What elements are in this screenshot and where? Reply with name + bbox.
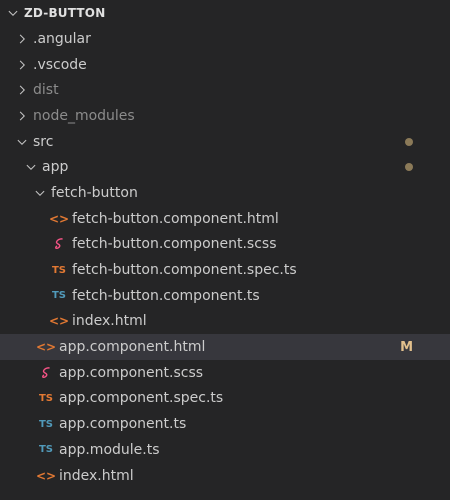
chevron-down-icon [4,4,22,22]
chevron-right-icon [13,30,31,48]
folder-item-fetch-button[interactable]: fetch-button [0,180,450,206]
sass-file-icon [37,364,55,382]
file-item-index-html[interactable]: <> index.html [0,309,450,335]
file-item-app-component-spec-ts[interactable]: TS app.component.spec.ts [0,386,450,412]
file-item-app-component-html[interactable]: <> app.component.html M [0,334,450,360]
chevron-down-icon [13,133,31,151]
chevron-down-icon [31,184,49,202]
typescript-spec-file-icon: TS [51,264,67,276]
explorer-root-header[interactable]: ZD-BUTTON [0,0,450,26]
file-label: index.html [59,467,134,484]
file-explorer: ZD-BUTTON .angular .vscode dist node_module… [0,0,450,500]
typescript-file-icon: TS [38,418,54,430]
folder-label: node_modules [33,107,135,124]
folder-item-node-modules[interactable]: node_modules [0,103,450,129]
file-label: app.component.ts [59,416,187,433]
file-item-app-module-ts[interactable]: TS app.module.ts [0,437,450,463]
folder-item-vscode[interactable]: .vscode [0,52,450,78]
folder-label: dist [33,82,59,99]
file-item-fetch-button-component-ts[interactable]: TS fetch-button.component.ts [0,283,450,309]
html-file-icon: <> [48,211,70,226]
file-label: fetch-button.component.html [72,210,279,227]
file-label: index.html [72,313,147,330]
modified-indicator-dot [405,137,413,146]
typescript-file-icon: TS [38,444,54,456]
chevron-right-icon [13,81,31,99]
file-label: fetch-button.component.ts [72,287,260,304]
file-label: app.component.html [59,339,206,356]
explorer-root-title: ZD-BUTTON [24,6,106,20]
html-file-icon: <> [48,314,70,329]
chevron-right-icon [13,107,31,125]
html-file-icon: <> [35,468,57,483]
file-item-fetch-button-component-spec-ts[interactable]: TS fetch-button.component.spec.ts [0,257,450,283]
file-item-app-component-ts[interactable]: TS app.component.ts [0,411,450,437]
folder-item-app[interactable]: app [0,154,450,180]
file-label: app.component.scss [59,364,204,381]
typescript-file-icon: TS [51,290,67,302]
file-item-fetch-button-component-scss[interactable]: fetch-button.component.scss [0,232,450,258]
file-label: fetch-button.component.spec.ts [72,262,297,279]
file-item-app-component-scss[interactable]: app.component.scss [0,360,450,386]
folder-label: .vscode [33,56,87,73]
folder-item-angular[interactable]: .angular [0,26,450,52]
folder-label: app [42,159,69,176]
chevron-right-icon [13,56,31,74]
file-item-index-html[interactable]: <> index.html [0,463,450,489]
folder-label: .angular [33,30,91,47]
file-label: app.module.ts [59,441,160,458]
file-tree: .angular .vscode dist node_modulessrc app fet… [0,26,450,488]
folder-label: fetch-button [51,184,138,201]
modified-indicator-dot [405,163,413,172]
file-label: app.component.spec.ts [59,390,224,407]
file-label: fetch-button.component.scss [72,236,277,253]
html-file-icon: <> [35,340,57,355]
folder-label: src [33,133,54,150]
chevron-down-icon [22,158,40,176]
sass-file-icon [50,235,68,253]
git-modified-badge: M [400,339,413,355]
folder-item-dist[interactable]: dist [0,77,450,103]
typescript-spec-file-icon: TS [38,392,54,404]
folder-item-src[interactable]: src [0,129,450,155]
file-item-fetch-button-component-html[interactable]: <> fetch-button.component.html [0,206,450,232]
